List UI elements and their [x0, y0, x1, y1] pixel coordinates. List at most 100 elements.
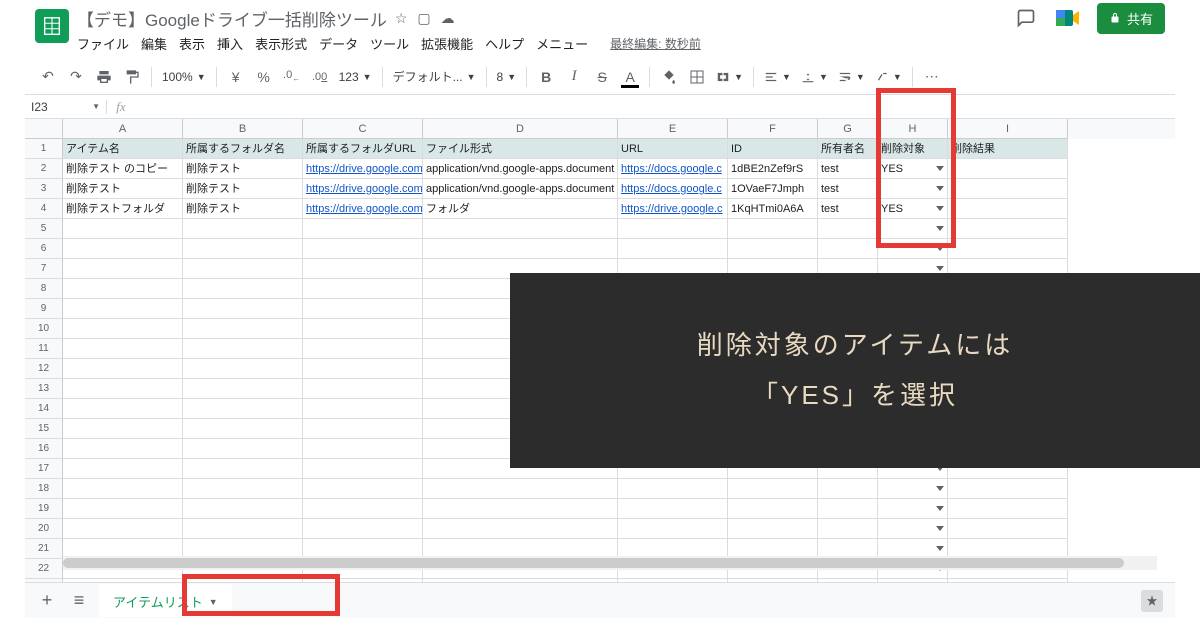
row-header[interactable]: 20 [25, 519, 63, 539]
menu-insert[interactable]: 挿入 [217, 34, 243, 53]
wrap-icon[interactable]: ▼ [834, 70, 869, 84]
print-icon[interactable] [91, 64, 117, 90]
cell[interactable] [183, 519, 303, 539]
cell[interactable] [63, 399, 183, 419]
cell[interactable]: 1KqHTmi0A6A [728, 199, 818, 219]
dropdown-arrow-icon[interactable] [936, 246, 944, 251]
add-sheet-icon[interactable]: + [35, 589, 59, 613]
cell[interactable] [303, 379, 423, 399]
dropdown-arrow-icon[interactable] [936, 526, 944, 531]
cell[interactable] [728, 219, 818, 239]
cell[interactable]: application/vnd.google-apps.document [423, 179, 618, 199]
cell[interactable]: 削除テスト [183, 179, 303, 199]
cell[interactable] [948, 199, 1068, 219]
cell[interactable] [303, 399, 423, 419]
decrease-decimal-icon[interactable]: .0← [279, 64, 305, 90]
cell[interactable] [948, 159, 1068, 179]
cell[interactable] [728, 239, 818, 259]
row-header[interactable]: 14 [25, 399, 63, 419]
cell[interactable]: 所有者名 [818, 139, 878, 159]
cell[interactable] [818, 219, 878, 239]
col-header[interactable]: E [618, 119, 728, 139]
dropdown-arrow-icon[interactable] [936, 206, 944, 211]
col-header[interactable]: F [728, 119, 818, 139]
strikethrough-icon[interactable]: S [589, 64, 615, 90]
row-header[interactable]: 10 [25, 319, 63, 339]
cell[interactable] [618, 219, 728, 239]
paint-format-icon[interactable] [119, 64, 145, 90]
cell[interactable] [63, 239, 183, 259]
cell[interactable] [818, 519, 878, 539]
cell[interactable] [618, 479, 728, 499]
row-header[interactable]: 5 [25, 219, 63, 239]
row-header[interactable]: 11 [25, 339, 63, 359]
cell[interactable] [183, 419, 303, 439]
meet-icon[interactable] [1053, 5, 1083, 31]
cell[interactable]: 所属するフォルダURL [303, 139, 423, 159]
last-edit-link[interactable]: 最終編集: 数秒前 [610, 35, 701, 52]
row-header[interactable]: 9 [25, 299, 63, 319]
cell[interactable]: アイテム名 [63, 139, 183, 159]
row-header[interactable]: 19 [25, 499, 63, 519]
cell[interactable]: 1OVaeF7Jmph [728, 179, 818, 199]
col-header[interactable]: G [818, 119, 878, 139]
cell[interactable] [63, 439, 183, 459]
cell[interactable]: YES [878, 159, 948, 179]
cell[interactable] [423, 219, 618, 239]
font-select[interactable]: デフォルト...▼ [389, 68, 480, 85]
dropdown-arrow-icon[interactable] [936, 546, 944, 551]
row-header[interactable]: 21 [25, 539, 63, 559]
cell[interactable] [423, 499, 618, 519]
number-format-select[interactable]: 123▼ [335, 70, 376, 84]
cell[interactable] [183, 219, 303, 239]
cell[interactable] [183, 239, 303, 259]
cell[interactable]: https://docs.google.c [618, 179, 728, 199]
menu-custom[interactable]: メニュー [536, 34, 588, 53]
cell[interactable]: 削除テスト [63, 179, 183, 199]
zoom-select[interactable]: 100%▼ [158, 70, 210, 84]
cell[interactable] [878, 239, 948, 259]
cell[interactable] [818, 499, 878, 519]
cell[interactable]: ID [728, 139, 818, 159]
row-header[interactable]: 7 [25, 259, 63, 279]
cell[interactable] [878, 219, 948, 239]
v-align-icon[interactable]: ▼ [797, 70, 832, 84]
cell[interactable]: 削除対象 [878, 139, 948, 159]
cell[interactable] [818, 239, 878, 259]
merge-icon[interactable]: ▼ [712, 70, 747, 84]
cell[interactable] [183, 359, 303, 379]
dropdown-arrow-icon[interactable] [936, 486, 944, 491]
col-header[interactable]: D [423, 119, 618, 139]
cell[interactable] [948, 479, 1068, 499]
cell[interactable] [183, 279, 303, 299]
menu-data[interactable]: データ [319, 34, 358, 53]
cell[interactable] [183, 479, 303, 499]
fill-color-icon[interactable] [656, 64, 682, 90]
row-header[interactable]: 2 [25, 159, 63, 179]
row-header[interactable]: 3 [25, 179, 63, 199]
cell[interactable] [303, 279, 423, 299]
undo-icon[interactable]: ↶ [35, 64, 61, 90]
cell[interactable] [303, 519, 423, 539]
cell[interactable] [63, 319, 183, 339]
cell[interactable] [63, 259, 183, 279]
all-sheets-icon[interactable]: ≡ [67, 589, 91, 613]
cell[interactable]: ファイル形式 [423, 139, 618, 159]
cell[interactable] [183, 499, 303, 519]
cloud-icon[interactable]: ☁ [441, 10, 455, 27]
row-header[interactable]: 4 [25, 199, 63, 219]
select-all-corner[interactable] [25, 119, 63, 139]
share-button[interactable]: 共有 [1097, 3, 1165, 34]
cell[interactable]: https://drive.google.com/d [303, 179, 423, 199]
cell[interactable] [728, 499, 818, 519]
row-header[interactable]: 12 [25, 359, 63, 379]
row-header[interactable]: 13 [25, 379, 63, 399]
cell[interactable] [303, 419, 423, 439]
cell[interactable] [948, 239, 1068, 259]
text-color-icon[interactable]: A [617, 64, 643, 90]
rotate-icon[interactable]: ▼ [871, 70, 906, 84]
cell[interactable] [303, 459, 423, 479]
cell[interactable] [303, 499, 423, 519]
cell[interactable] [818, 479, 878, 499]
font-size-select[interactable]: 8▼ [493, 70, 521, 84]
